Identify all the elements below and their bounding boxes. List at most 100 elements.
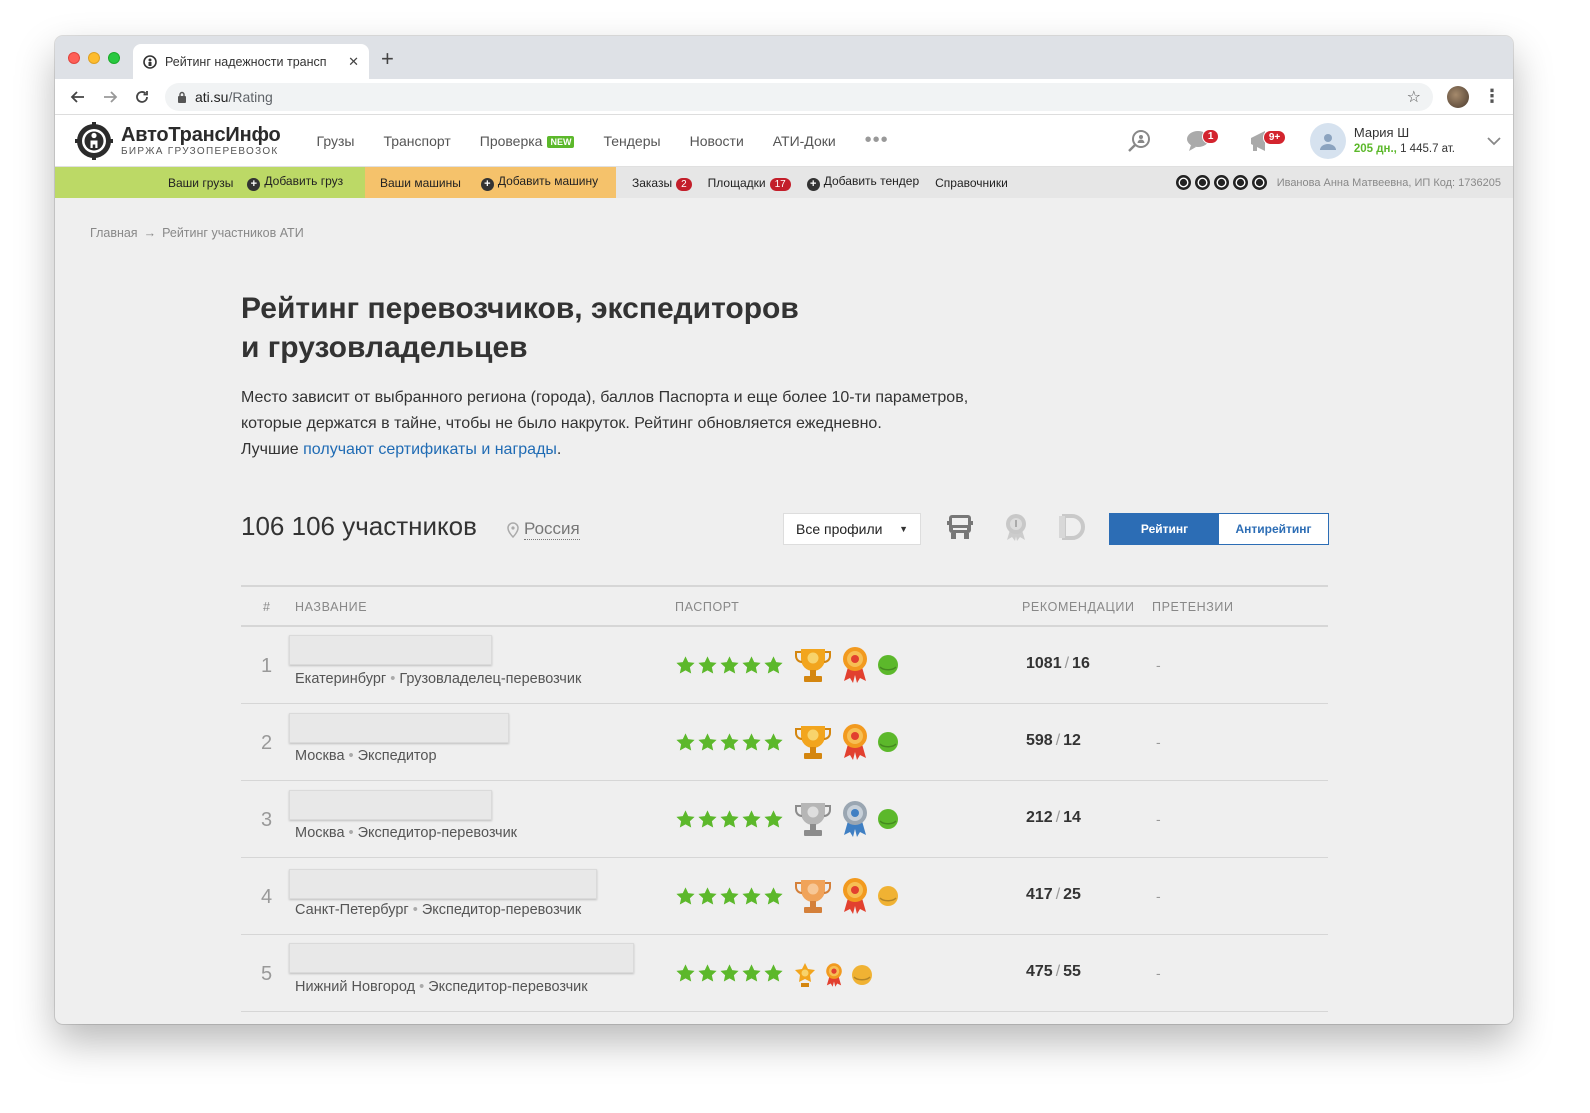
rating-tab[interactable]: Рейтинг [1110, 514, 1219, 544]
recommendations-separator: / [1055, 809, 1061, 826]
company-name-redacted[interactable] [289, 943, 634, 973]
award-medal-icon[interactable] [839, 722, 871, 767]
passport-star-icon [675, 655, 696, 676]
region-selector[interactable]: Россия [507, 519, 580, 540]
tab-close-icon[interactable]: ✕ [348, 54, 359, 70]
company-location: Москва • Экспедитор [295, 748, 437, 764]
status-dot-icon[interactable] [877, 731, 899, 758]
passport-stars[interactable] [675, 809, 784, 830]
col-recommendations[interactable]: РЕКОМЕНДАЦИИ [1022, 600, 1135, 614]
profile-select[interactable]: Все профили ▼ [783, 513, 921, 545]
status-dot-icon[interactable] [851, 964, 873, 991]
status-dot-icon[interactable] [877, 808, 899, 835]
maximize-window-button[interactable] [108, 52, 120, 64]
table-row[interactable]: 5 Нижний Новгород • Экспедитор-перевозчик … [241, 935, 1328, 1012]
status-dot-icon[interactable] [877, 885, 899, 912]
dolgi-filter-icon[interactable] [1056, 511, 1088, 543]
nav-news[interactable]: Новости [690, 133, 744, 149]
status-dot-icon[interactable] [877, 654, 899, 681]
messages-icon[interactable]: 1 [1186, 129, 1220, 153]
passport-star-icon [697, 963, 718, 984]
recommendations[interactable]: 475/55 [1026, 963, 1081, 981]
forward-arrow-icon[interactable] [99, 86, 121, 108]
trophy-cup-icon[interactable] [793, 645, 833, 690]
plus-icon: + [806, 178, 820, 191]
reload-icon[interactable] [131, 86, 153, 108]
search-icon[interactable] [1126, 128, 1152, 154]
address-bar[interactable]: ati.su/Rating ☆ [165, 82, 1433, 111]
profile-avatar[interactable] [1447, 85, 1469, 108]
platforms-link[interactable]: Площадки 17 [708, 176, 791, 191]
medal-filter-icon[interactable] [1000, 511, 1032, 543]
directories-link[interactable]: Справочники [935, 176, 1008, 190]
table-row[interactable]: 2 Москва • Экспедитор 598/12 - [241, 704, 1328, 781]
nav-check[interactable]: Проверка NEW [480, 133, 575, 149]
add-cargo-button[interactable]: + Добавить груз [247, 174, 343, 191]
passport-star-icon [697, 732, 718, 753]
company-name-redacted[interactable] [289, 790, 492, 820]
new-tab-button[interactable]: + [381, 48, 394, 70]
award-medal-icon[interactable] [839, 645, 871, 690]
browser-toolbar: ati.su/Rating ☆ ⋮ [55, 79, 1513, 115]
company-city: Москва [295, 748, 345, 764]
close-window-button[interactable] [68, 52, 80, 64]
certificates-link[interactable]: получают сертификаты и награды [303, 441, 557, 458]
trophy-cup-icon[interactable] [793, 876, 833, 921]
table-row[interactable]: 1 Екатеринбург • Грузовладелец-перевозчик … [241, 627, 1328, 704]
orders-count-badge: 2 [676, 177, 692, 191]
col-passport[interactable]: ПАСПОРТ [675, 600, 739, 614]
chevron-down-icon[interactable] [1487, 133, 1501, 149]
company-location: Санкт-Петербург • Экспедитор-перевозчик [295, 902, 581, 918]
table-row[interactable]: 4 Санкт-Петербург • Экспедитор-перевозчик … [241, 858, 1328, 935]
ati-mark-icon [1175, 174, 1192, 191]
bookmark-star-icon[interactable]: ☆ [1407, 87, 1421, 107]
notifications-icon[interactable]: 9+ [1248, 128, 1287, 154]
company-name-redacted[interactable] [289, 869, 597, 899]
recommendations[interactable]: 1081/16 [1026, 655, 1090, 673]
user-avatar[interactable] [1309, 123, 1346, 159]
passport-stars[interactable] [675, 655, 784, 676]
orders-link[interactable]: Заказы 2 [632, 176, 692, 191]
trophy-cup-icon[interactable] [793, 961, 817, 994]
col-name[interactable]: НАЗВАНИЕ [295, 600, 367, 614]
nav-transport[interactable]: Транспорт [383, 133, 450, 149]
passport-star-icon [763, 963, 784, 984]
passport-stars[interactable] [675, 732, 784, 753]
breadcrumb-home[interactable]: Главная [90, 226, 138, 240]
intro-suffix: . [556, 441, 562, 458]
browser-tab[interactable]: Рейтинг надежности трансп ✕ [133, 44, 369, 79]
your-cargo-link[interactable]: Ваши грузы [168, 176, 233, 190]
trophy-cup-icon[interactable] [793, 799, 833, 844]
recommendations[interactable]: 212/14 [1026, 809, 1081, 827]
minimize-window-button[interactable] [88, 52, 100, 64]
more-menu-icon[interactable]: ••• [865, 129, 889, 152]
company-name-redacted[interactable] [289, 713, 509, 743]
recommendations[interactable]: 598/12 [1026, 732, 1081, 750]
table-row[interactable]: 3 Москва • Экспедитор-перевозчик 212/14 - [241, 781, 1328, 858]
passport-stars[interactable] [675, 963, 784, 984]
browser-menu-icon[interactable]: ⋮ [1483, 86, 1501, 107]
nav-cargo[interactable]: Грузы [317, 133, 355, 149]
ati-mark-icon [1194, 174, 1211, 191]
add-tender-button[interactable]: + Добавить тендер [806, 174, 919, 191]
nav-ati-docs[interactable]: АТИ-Доки [773, 133, 836, 149]
company-name: Иванова Анна Матвеевна, ИП Код: 1736205 [1276, 176, 1501, 189]
col-claims[interactable]: ПРЕТЕНЗИИ [1152, 600, 1234, 614]
nav-tenders[interactable]: Тендеры [603, 133, 660, 149]
your-trucks-link[interactable]: Ваши машины [380, 176, 461, 190]
site-logo[interactable]: АвтоТрансИнфо БИРЖА ГРУЗОПЕРЕВОЗОК [75, 121, 281, 160]
rank-number: 4 [261, 886, 273, 908]
company-type: Экспедитор-перевозчик [428, 979, 588, 995]
award-medal-icon[interactable] [823, 962, 845, 993]
company-name-redacted[interactable] [289, 635, 492, 665]
award-medal-icon[interactable] [839, 876, 871, 921]
trophy-cup-icon[interactable] [793, 722, 833, 767]
user-info[interactable]: Мария Ш 205 дн., 1 445.7 ат. [1354, 124, 1455, 157]
antirating-tab[interactable]: Антирейтинг [1219, 514, 1328, 544]
back-arrow-icon[interactable] [67, 86, 89, 108]
recommendations[interactable]: 417/25 [1026, 886, 1081, 904]
truck-filter-icon[interactable] [944, 511, 976, 543]
passport-stars[interactable] [675, 886, 784, 907]
award-medal-icon[interactable] [839, 799, 871, 844]
add-truck-button[interactable]: + Добавить машину [480, 174, 598, 191]
